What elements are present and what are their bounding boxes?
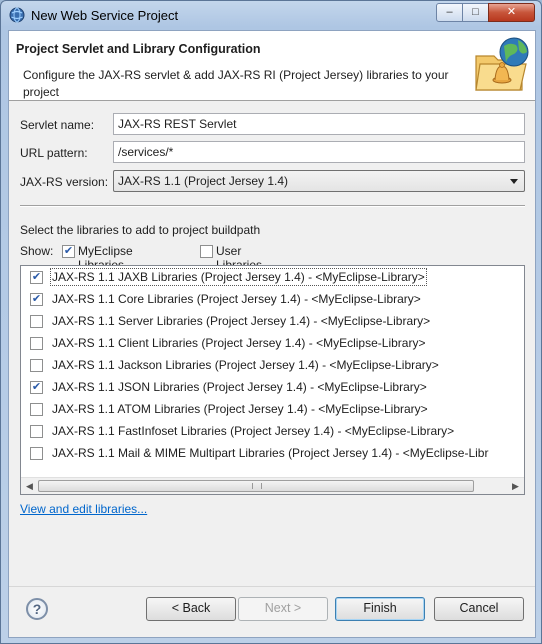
servlet-name-label: Servlet name:	[20, 118, 95, 132]
library-checkbox[interactable]	[30, 425, 43, 438]
library-checkbox[interactable]	[30, 381, 43, 394]
library-label: JAX-RS 1.1 Client Libraries (Project Jer…	[52, 336, 426, 350]
myeclipse-libraries-checkbox[interactable]	[62, 245, 75, 258]
servlet-name-field[interactable]: JAX-RS REST Servlet	[113, 113, 525, 135]
minimize-button[interactable]: –	[436, 3, 463, 22]
library-label: JAX-RS 1.1 Mail & MIME Multipart Librari…	[52, 446, 489, 460]
library-list-item[interactable]: JAX-RS 1.1 Mail & MIME Multipart Librari…	[21, 443, 521, 465]
user-libraries-checkbox[interactable]	[200, 245, 213, 258]
eclipse-globe-icon	[9, 7, 25, 23]
back-button[interactable]: < Back	[146, 597, 236, 621]
show-label: Show:	[20, 244, 54, 258]
library-list-item[interactable]: JAX-RS 1.1 Client Libraries (Project Jer…	[21, 333, 521, 355]
library-checkbox[interactable]	[30, 337, 43, 350]
library-label: JAX-RS 1.1 FastInfoset Libraries (Projec…	[52, 424, 455, 438]
finish-button[interactable]: Finish	[335, 597, 425, 621]
web-service-wizard-icon	[475, 37, 529, 91]
library-list-item[interactable]: JAX-RS 1.1 ATOM Libraries (Project Jerse…	[21, 399, 521, 421]
wizard-window: New Web Service Project – □ ✕ Project Se…	[0, 0, 542, 644]
banner-title: Project Servlet and Library Configuratio…	[16, 42, 261, 56]
jaxrs-version-value: JAX-RS 1.1 (Project Jersey 1.4)	[118, 174, 289, 188]
library-list-item[interactable]: JAX-RS 1.1 Core Libraries (Project Jerse…	[21, 289, 521, 311]
library-label: JAX-RS 1.1 JAXB Libraries (Project Jerse…	[50, 268, 427, 286]
horizontal-scrollbar[interactable]: ◀ ▶	[21, 477, 524, 494]
scrollbar-thumb[interactable]	[38, 480, 474, 492]
library-list-item[interactable]: JAX-RS 1.1 Jackson Libraries (Project Je…	[21, 355, 521, 377]
jaxrs-version-label: JAX-RS version:	[20, 175, 109, 189]
cancel-button[interactable]: Cancel	[434, 597, 524, 621]
title-bar[interactable]: New Web Service Project – □ ✕	[1, 1, 541, 29]
library-checkbox[interactable]	[30, 403, 43, 416]
help-icon[interactable]: ?	[26, 598, 48, 620]
library-checkbox[interactable]	[30, 271, 43, 284]
libraries-list[interactable]: JAX-RS 1.1 JAXB Libraries (Project Jerse…	[20, 265, 525, 495]
scrollbar-grip-icon	[252, 483, 262, 489]
library-checkbox[interactable]	[30, 293, 43, 306]
window-title: New Web Service Project	[31, 8, 179, 23]
url-pattern-label: URL pattern:	[20, 146, 88, 160]
wizard-client-area: Project Servlet and Library Configuratio…	[8, 30, 536, 638]
library-list-item[interactable]: JAX-RS 1.1 JAXB Libraries (Project Jerse…	[21, 267, 521, 289]
library-label: JAX-RS 1.1 JSON Libraries (Project Jerse…	[52, 380, 427, 394]
next-button[interactable]: Next >	[238, 597, 328, 621]
library-checkbox[interactable]	[30, 447, 43, 460]
section-divider	[20, 205, 525, 207]
library-list-item[interactable]: JAX-RS 1.1 FastInfoset Libraries (Projec…	[21, 421, 521, 443]
scroll-left-icon[interactable]: ◀	[21, 478, 38, 494]
libraries-section-label: Select the libraries to add to project b…	[20, 223, 261, 237]
url-pattern-field[interactable]: /services/*	[113, 141, 525, 163]
close-button[interactable]: ✕	[488, 3, 535, 22]
library-checkbox[interactable]	[30, 315, 43, 328]
library-label: JAX-RS 1.1 Core Libraries (Project Jerse…	[52, 292, 421, 306]
library-checkbox[interactable]	[30, 359, 43, 372]
scroll-right-icon[interactable]: ▶	[507, 478, 524, 494]
jaxrs-version-dropdown[interactable]: JAX-RS 1.1 (Project Jersey 1.4)	[113, 170, 525, 192]
library-label: JAX-RS 1.1 Jackson Libraries (Project Je…	[52, 358, 439, 372]
library-list-item[interactable]: JAX-RS 1.1 Server Libraries (Project Jer…	[21, 311, 521, 333]
maximize-button[interactable]: □	[462, 3, 489, 22]
library-label: JAX-RS 1.1 Server Libraries (Project Jer…	[52, 314, 431, 328]
library-label: JAX-RS 1.1 ATOM Libraries (Project Jerse…	[52, 402, 428, 416]
chevron-down-icon	[510, 179, 518, 184]
library-list-item[interactable]: JAX-RS 1.1 JSON Libraries (Project Jerse…	[21, 377, 521, 399]
wizard-banner: Project Servlet and Library Configuratio…	[9, 31, 535, 101]
banner-description: Configure the JAX-RS servlet & add JAX-R…	[23, 68, 449, 99]
button-bar-divider	[9, 586, 535, 587]
view-edit-libraries-link[interactable]: View and edit libraries...	[20, 502, 147, 516]
